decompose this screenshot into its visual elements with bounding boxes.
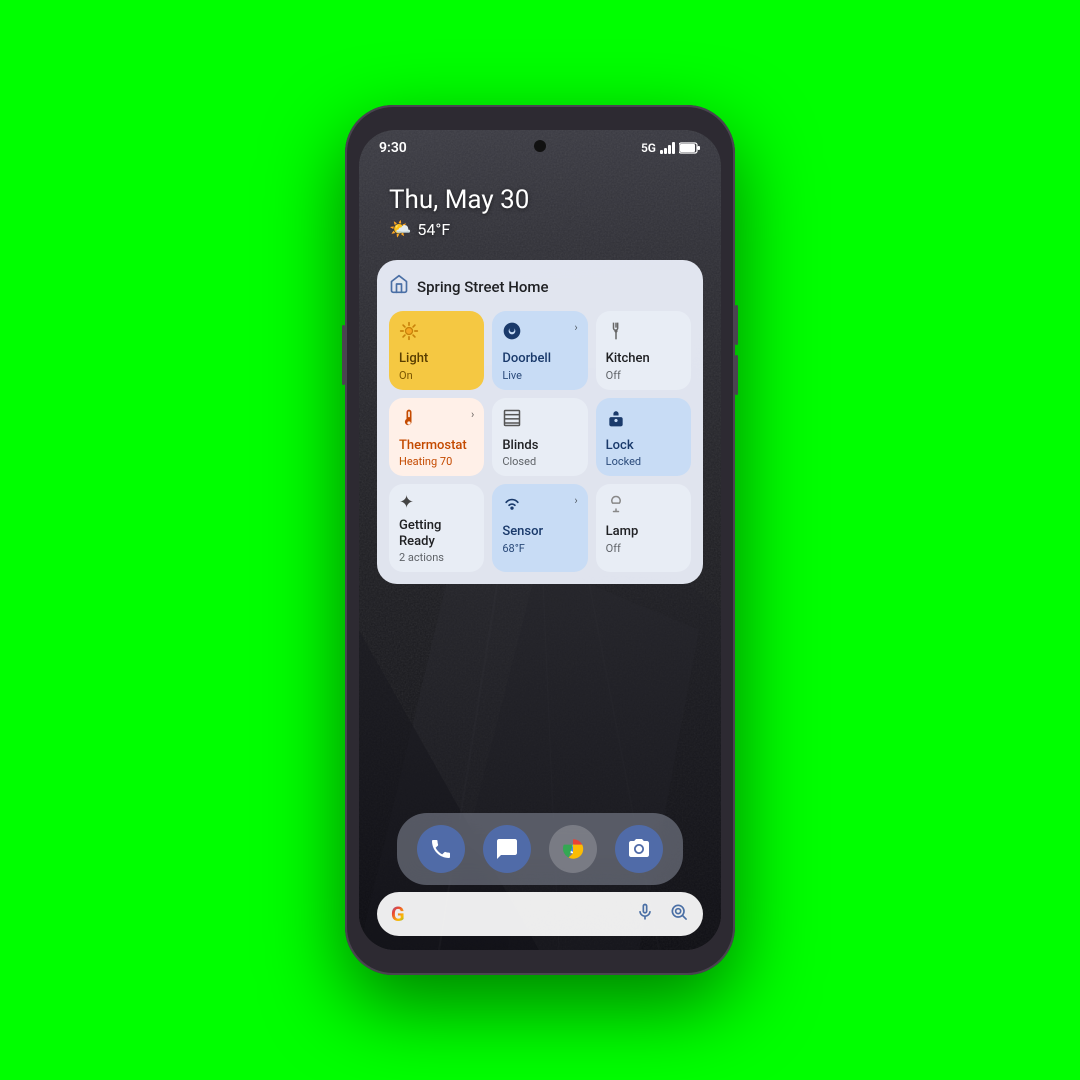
lock-icon (606, 408, 681, 432)
battery-icon (679, 142, 701, 154)
tile-doorbell[interactable]: › Doorbell Live (492, 311, 587, 390)
light-name: Light (399, 351, 474, 367)
weather-row: 🌤️ 54°F (389, 219, 529, 240)
tile-blinds[interactable]: Blinds Closed (492, 398, 587, 477)
lamp-status: Off (606, 542, 681, 555)
sensor-icon (502, 494, 577, 518)
app-dock (397, 813, 683, 885)
volume-down-button[interactable] (735, 355, 738, 395)
doorbell-status: Live (502, 369, 577, 382)
tile-lamp[interactable]: Lamp Off (596, 484, 691, 572)
weather-icon: 🌤️ (389, 219, 411, 240)
thermostat-status: Heating 70 (399, 455, 474, 468)
status-time: 9:30 (379, 140, 407, 156)
chrome-app-icon[interactable] (549, 825, 597, 873)
light-status: On (399, 369, 474, 382)
microphone-icon[interactable] (635, 902, 655, 927)
camera-notch (534, 140, 546, 152)
phone-frame: 9:30 5G Thu, May 30 (345, 105, 735, 975)
blinds-icon (502, 408, 577, 432)
status-icons: 5G (641, 141, 701, 155)
lamp-icon (606, 494, 681, 518)
google-logo: G (391, 902, 405, 926)
date-area: Thu, May 30 🌤️ 54°F (389, 185, 529, 240)
lamp-name: Lamp (606, 524, 681, 540)
sensor-name: Sensor (502, 524, 577, 540)
doorbell-arrow: › (574, 321, 577, 334)
search-action-icons (635, 902, 689, 927)
smart-home-widget: Spring Street Home (377, 260, 703, 584)
tile-light[interactable]: Light On (389, 311, 484, 390)
kitchen-name: Kitchen (606, 351, 681, 367)
thermostat-arrow: › (471, 408, 474, 421)
getting-ready-status: 2 actions (399, 551, 474, 564)
phone-app-icon[interactable] (417, 825, 465, 873)
thermostat-name: Thermostat (399, 438, 474, 454)
power-button[interactable] (342, 325, 345, 385)
widget-header: Spring Street Home (389, 274, 691, 299)
kitchen-icon (606, 321, 681, 345)
lock-status: Locked (606, 455, 681, 468)
widget-title: Spring Street Home (417, 278, 549, 296)
tile-sensor[interactable]: › Sensor 68°F (492, 484, 587, 572)
getting-ready-icon: ✦ (399, 494, 474, 512)
light-icon (399, 321, 474, 345)
camera-app-icon[interactable] (615, 825, 663, 873)
tile-kitchen[interactable]: Kitchen Off (596, 311, 691, 390)
signal-icon (660, 142, 675, 154)
blinds-status: Closed (502, 455, 577, 468)
sensor-arrow: › (574, 494, 577, 507)
doorbell-icon (502, 321, 577, 345)
kitchen-status: Off (606, 369, 681, 382)
doorbell-name: Doorbell (502, 351, 577, 367)
tile-lock[interactable]: Lock Locked (596, 398, 691, 477)
tile-getting-ready[interactable]: ✦ Getting Ready 2 actions (389, 484, 484, 572)
lock-name: Lock (606, 438, 681, 454)
date-text: Thu, May 30 (389, 185, 529, 215)
lens-icon[interactable] (669, 902, 689, 927)
network-type: 5G (641, 141, 656, 155)
blinds-name: Blinds (502, 438, 577, 454)
tile-thermostat[interactable]: › Thermostat Heating 70 (389, 398, 484, 477)
messages-app-icon[interactable] (483, 825, 531, 873)
home-icon (389, 274, 409, 299)
weather-temp: 54°F (417, 220, 450, 239)
phone-screen: 9:30 5G Thu, May 30 (359, 130, 721, 950)
device-grid: Light On › Doorbell Live (389, 311, 691, 572)
volume-up-button[interactable] (735, 305, 738, 345)
thermostat-icon (399, 408, 474, 432)
getting-ready-name: Getting Ready (399, 518, 474, 549)
sensor-status: 68°F (502, 542, 577, 555)
google-search-bar[interactable]: G (377, 892, 703, 936)
